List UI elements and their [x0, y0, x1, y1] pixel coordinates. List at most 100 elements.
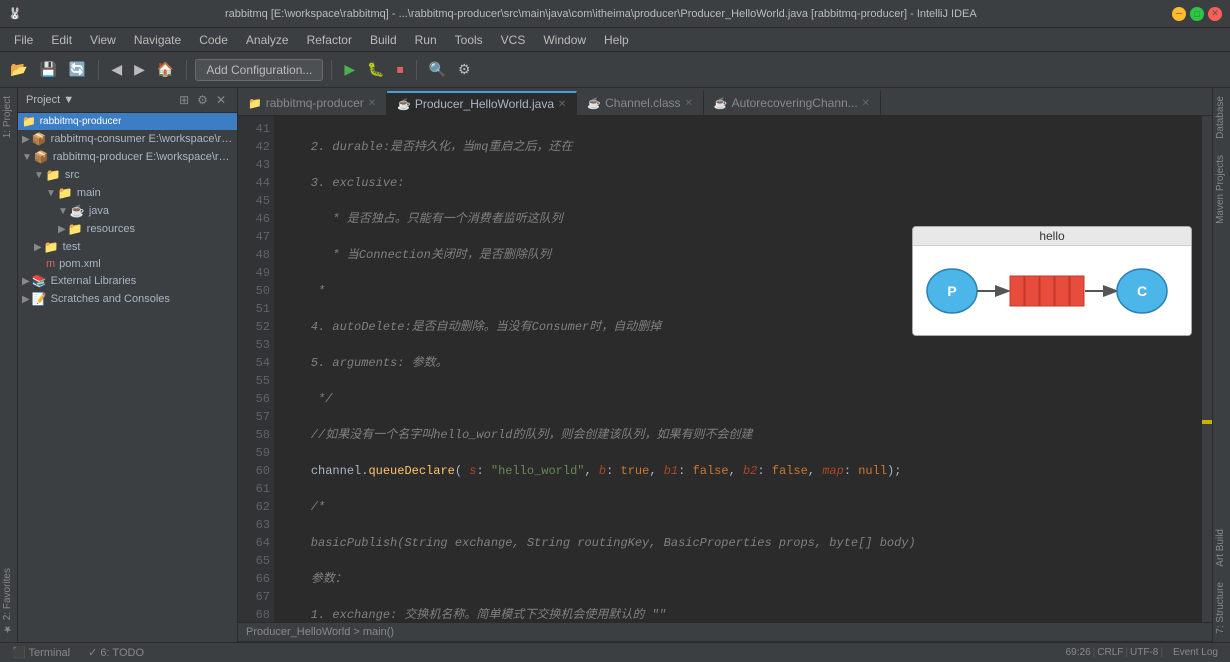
tab-icon-autorecovering: ☕	[714, 97, 728, 110]
app-window: 🐰 rabbitmq [E:\workspace\rabbitmq] - ...…	[0, 0, 1230, 662]
toolbar-sep-3	[331, 60, 332, 80]
toolbar-stop-btn[interactable]: ⏹	[393, 59, 408, 80]
structure-label[interactable]: 7: Structure	[1213, 574, 1230, 642]
minimize-button[interactable]: －	[1172, 7, 1186, 21]
breadcrumb-text: Producer_HelloWorld > main()	[246, 626, 394, 638]
toolbar-refresh-btn[interactable]: 🔄	[65, 59, 90, 80]
toolbar-sep-1	[98, 60, 99, 80]
sidebar-item-test[interactable]: ▶ 📁 test	[18, 238, 237, 256]
tab-label-channel: Channel.class	[605, 96, 680, 110]
menu-tools[interactable]: Tools	[447, 31, 491, 49]
code-editor[interactable]: 4142434445 4647484950 5152535455 5657585…	[238, 116, 1212, 622]
window-controls: － □ ✕	[1172, 7, 1222, 21]
status-crlf: CRLF	[1097, 647, 1123, 658]
toolbar-forward-btn[interactable]: ▶	[130, 59, 149, 80]
right-side-labels: Database Maven Projects Art Build 7: Str…	[1212, 88, 1230, 642]
toolbar-back-btn[interactable]: ◀	[107, 59, 126, 80]
tab-icon-rabbitmq-producer: 📁	[248, 97, 262, 110]
menu-refactor[interactable]: Refactor	[299, 31, 360, 49]
sidebar-item-src[interactable]: ▼ 📁 src	[18, 166, 237, 184]
svg-text:P: P	[947, 283, 956, 299]
tab-producer-helloworld[interactable]: ☕ Producer_HelloWorld.java ✕	[387, 91, 577, 115]
sidebar-item-scratches[interactable]: ▶ 📝 Scratches and Consoles	[18, 290, 237, 308]
todo-tab[interactable]: ✓ 6: TODO	[80, 645, 152, 660]
toolbar-save-btn[interactable]: 💾	[35, 59, 60, 80]
tab-close-rabbitmq-producer[interactable]: ✕	[368, 98, 376, 109]
menu-analyze[interactable]: Analyze	[238, 31, 297, 49]
project-sidebar: Project ▼ ⊞ ⚙ ✕ 📁 rabbitmq-producer ▶ 📦 …	[18, 88, 238, 642]
tab-label-producer: Producer_HelloWorld.java	[415, 97, 554, 111]
sidebar-item-pom[interactable]: m pom.xml	[18, 256, 237, 272]
sidebar-item-rabbitmq-producer[interactable]: ▼ 📦 rabbitmq-producer E:\workspace\rabbi…	[18, 148, 237, 166]
sidebar-item-resources[interactable]: ▶ 📁 resources	[18, 220, 237, 238]
menu-view[interactable]: View	[82, 31, 124, 49]
left-side-labels: 1: Project ★ 2: Favorites	[0, 88, 18, 642]
scroll-gutter	[1202, 116, 1212, 622]
menu-help[interactable]: Help	[596, 31, 637, 49]
tab-close-producer[interactable]: ✕	[558, 99, 566, 110]
tab-close-autorecovering[interactable]: ✕	[862, 98, 870, 109]
code-text[interactable]: 2. durable:是否持久化，当mq重启之后，还在 3. exclusive…	[274, 116, 1212, 622]
status-charset: UTF-8	[1130, 647, 1158, 658]
tab-channel[interactable]: ☕ Channel.class ✕	[577, 91, 703, 115]
toolbar-debug-btn[interactable]: 🐛	[363, 59, 388, 80]
line-numbers: 4142434445 4647484950 5152535455 5657585…	[238, 116, 274, 622]
favorites-label[interactable]: ★ 2: Favorites	[0, 560, 17, 642]
tab-close-channel[interactable]: ✕	[685, 98, 693, 109]
close-button[interactable]: ✕	[1208, 7, 1222, 21]
editor-area: 4142434445 4647484950 5152535455 5657585…	[238, 116, 1212, 622]
menu-run[interactable]: Run	[407, 31, 445, 49]
sidebar-settings-btn[interactable]: ⚙	[194, 92, 211, 108]
sidebar-header: Project ▼ ⊞ ⚙ ✕	[18, 88, 237, 113]
sidebar-close-btn[interactable]: ✕	[213, 92, 229, 108]
menu-build[interactable]: Build	[362, 31, 405, 49]
toolbar-search-btn[interactable]: 🔍	[425, 59, 450, 80]
menu-navigate[interactable]: Navigate	[126, 31, 189, 49]
editor-tabs: 📁 rabbitmq-producer ✕ ☕ Producer_HelloWo…	[238, 88, 1212, 116]
tab-label-autorecovering: AutorecoveringChann...	[732, 96, 858, 110]
toolbar-open-btn[interactable]: 📂	[6, 59, 31, 80]
menu-file[interactable]: File	[6, 31, 41, 49]
svg-text:C: C	[1137, 283, 1147, 299]
scroll-position-marker	[1202, 420, 1212, 424]
toolbar: 📂 💾 🔄 ◀ ▶ 🏠 Add Configuration... ▶ 🐛 ⏹ 🔍…	[0, 52, 1230, 88]
sidebar-item-rabbitmq-consumer[interactable]: ▶ 📦 rabbitmq-consumer E:\workspace\rabbi…	[18, 130, 237, 148]
tab-icon-producer: ☕	[397, 98, 411, 111]
menu-edit[interactable]: Edit	[43, 31, 80, 49]
rabbitmq-diagram: hello P	[912, 226, 1192, 336]
menu-bar: File Edit View Navigate Code Analyze Ref…	[0, 28, 1230, 52]
center-area: 📁 rabbitmq-producer ✕ ☕ Producer_HelloWo…	[238, 88, 1212, 642]
sidebar-item-main[interactable]: ▼ 📁 main	[18, 184, 237, 202]
diagram-svg: P	[922, 256, 1182, 326]
tab-rabbitmq-producer[interactable]: 📁 rabbitmq-producer ✕	[238, 91, 387, 115]
toolbar-sep-2	[186, 60, 187, 80]
add-configuration-button[interactable]: Add Configuration...	[195, 59, 323, 81]
status-position: 69:26	[1066, 647, 1091, 658]
sidebar-title: Project ▼	[26, 94, 74, 106]
sidebar-item-rabbitmq-producer-tab[interactable]: 📁 rabbitmq-producer	[18, 113, 237, 130]
tab-label-rabbitmq-producer: rabbitmq-producer	[266, 96, 364, 110]
sidebar-tools: ⊞ ⚙ ✕	[176, 92, 229, 108]
terminal-tab[interactable]: ⬛ Terminal	[4, 645, 78, 660]
maximize-button[interactable]: □	[1190, 7, 1204, 21]
project-panel-label[interactable]: 1: Project	[0, 88, 17, 146]
maven-panel-label[interactable]: Maven Projects	[1213, 147, 1230, 232]
title-bar: 🐰 rabbitmq [E:\workspace\rabbitmq] - ...…	[0, 0, 1230, 28]
menu-window[interactable]: Window	[535, 31, 594, 49]
diagram-title: hello	[913, 227, 1191, 246]
tab-autorecovering[interactable]: ☕ AutorecoveringChann... ✕	[704, 91, 881, 115]
content-area: 1: Project ★ 2: Favorites Project ▼ ⊞ ⚙ …	[0, 88, 1230, 642]
database-panel-label[interactable]: Database	[1213, 88, 1230, 147]
art-build-label[interactable]: Art Build	[1213, 521, 1230, 575]
sidebar-collapse-btn[interactable]: ⊞	[176, 92, 192, 108]
title-text: rabbitmq [E:\workspace\rabbitmq] - ...\r…	[30, 8, 1172, 20]
app-icon: 🐰	[8, 7, 22, 20]
event-log-button[interactable]: Event Log	[1165, 646, 1226, 659]
sidebar-item-java[interactable]: ▼ ☕ java	[18, 202, 237, 220]
menu-vcs[interactable]: VCS	[493, 31, 534, 49]
menu-code[interactable]: Code	[191, 31, 236, 49]
toolbar-settings-btn[interactable]: ⚙	[454, 59, 475, 80]
sidebar-item-external-libraries[interactable]: ▶ 📚 External Libraries	[18, 272, 237, 290]
toolbar-home-btn[interactable]: 🏠	[153, 59, 178, 80]
toolbar-run-btn[interactable]: ▶	[340, 59, 359, 80]
